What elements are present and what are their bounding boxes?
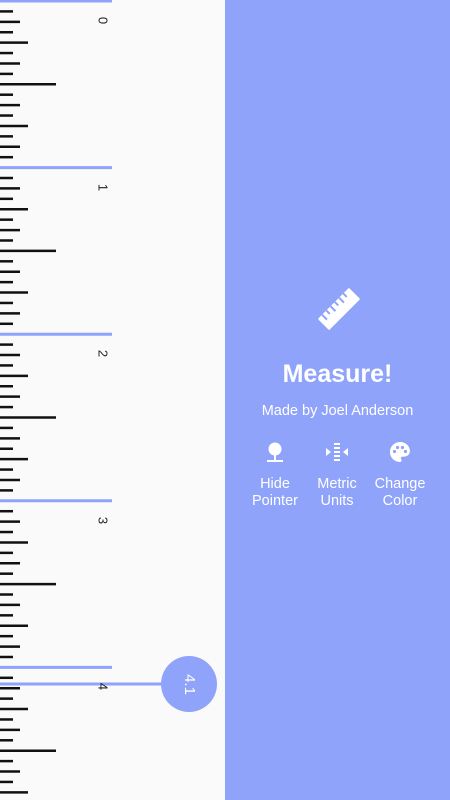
change-color-button[interactable]: Change Color <box>368 440 432 510</box>
ruler[interactable]: 0 1 2 3 4 4.1 <box>0 0 225 800</box>
pointer-handle[interactable]: 4.1 <box>161 656 217 713</box>
author-credit: Made by Joel Anderson <box>261 403 414 419</box>
pointer-pin-icon <box>267 442 283 462</box>
inch-label: 3 <box>95 516 111 524</box>
hide-pointer-label: Hide Pointer <box>252 476 298 509</box>
inch-label: 0 <box>95 16 111 25</box>
inch-label: 1 <box>95 183 111 191</box>
hide-pointer-button[interactable]: Hide Pointer <box>243 440 307 510</box>
metric-units-label: Metric Units <box>317 476 357 509</box>
ruler-icon <box>318 288 360 330</box>
info-panel: Measure! Made by Joel Anderson Hide Poin… <box>225 0 450 800</box>
palette-icon <box>390 442 410 462</box>
app-title: Measure! <box>282 360 393 388</box>
metric-units-button[interactable]: Metric Units <box>305 440 369 510</box>
inch-label: 4 <box>95 683 111 691</box>
change-color-label: Change Color <box>374 476 426 509</box>
metric-units-icon <box>326 443 348 461</box>
pointer-value: 4.1 <box>180 673 198 695</box>
inch-label: 2 <box>95 350 111 358</box>
